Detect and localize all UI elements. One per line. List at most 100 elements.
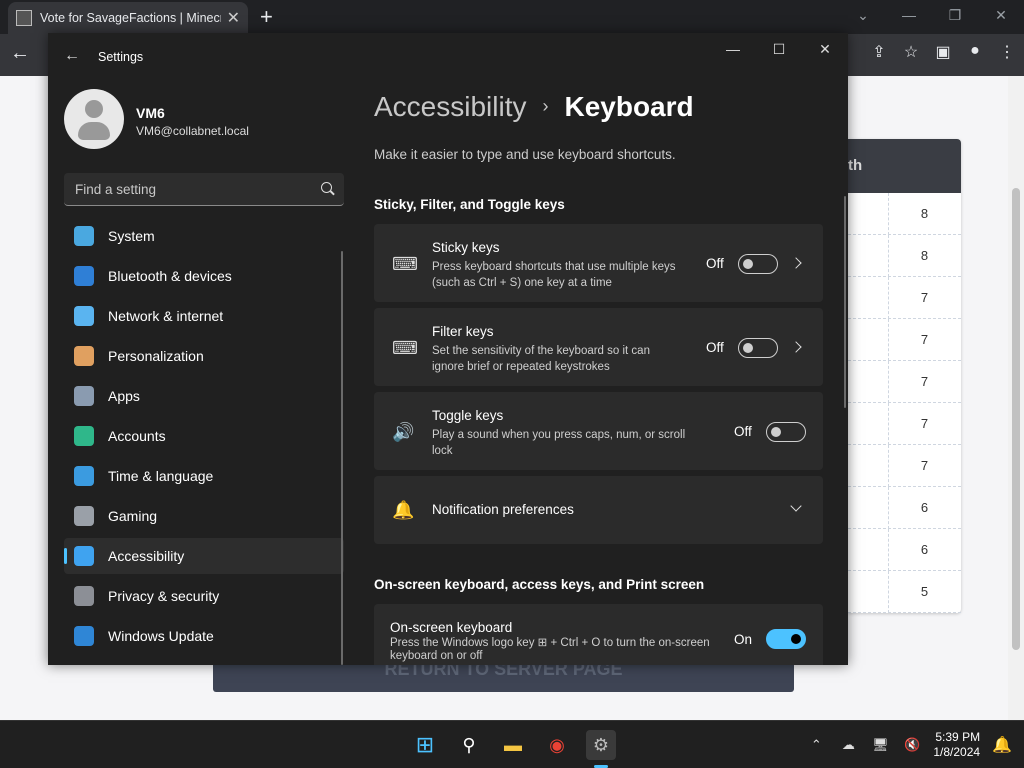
tab-title: Vote for SavageFactions | Minecr	[40, 11, 221, 25]
sidebar-item-personalization[interactable]: Personalization	[64, 338, 344, 374]
table-row: 7	[848, 277, 961, 319]
user-profile[interactable]: VM6 VM6@collabnet.local	[64, 89, 364, 149]
browser-tabbar: Vote for SavageFactions | Minecr ✕ + ⌄ —…	[0, 0, 1024, 34]
sticky-keys-card[interactable]: ⌨ Sticky keys Press keyboard shortcuts t…	[374, 224, 823, 302]
content-scrollbar[interactable]	[844, 196, 846, 408]
notification-preferences-card[interactable]: 🔔 Notification preferences	[374, 476, 823, 544]
clock-time: 5:39 PM	[935, 730, 981, 744]
table-header: th	[848, 139, 961, 193]
chevron-down-icon[interactable]: ⌄	[840, 0, 886, 34]
browser-tab[interactable]: Vote for SavageFactions | Minecr ✕	[8, 2, 248, 34]
table-cell: 6	[888, 529, 960, 571]
system-tray: ⌃ ☁ 🖥 🔇 5:39 PM 1/8/2024 🔔	[805, 721, 1024, 768]
profile-name: VM6	[136, 105, 165, 121]
avatar	[64, 89, 124, 149]
cloud-offline-icon[interactable]: ☁	[837, 737, 859, 753]
sidebar-item-bluetooth-devices[interactable]: Bluetooth & devices	[64, 258, 344, 294]
tab-close-icon[interactable]: ✕	[227, 8, 240, 28]
accounts-icon	[74, 426, 94, 446]
notification-bell-icon[interactable]: 🔔	[992, 735, 1012, 755]
return-to-server-button[interactable]: RETURN TO SERVER PAGE	[213, 664, 794, 692]
sidebar-item-apps[interactable]: Apps	[64, 378, 344, 414]
site-favicon-icon	[16, 10, 32, 26]
sidebar-item-gaming[interactable]: Gaming	[64, 498, 344, 534]
bookmark-star-icon[interactable]: ☆	[902, 42, 920, 62]
card-title: Notification preferences	[432, 502, 574, 517]
sidebar-nav: System Bluetooth & devices Network & inter…	[64, 218, 344, 658]
breadcrumb: Accessibility › Keyboard	[374, 91, 694, 123]
toggle-keys-card[interactable]: 🔊 Toggle keys Play a sound when you pres…	[374, 392, 823, 470]
menu-kebab-icon[interactable]: ⋮	[998, 42, 1016, 62]
toggle-keys-toggle[interactable]	[766, 422, 806, 442]
table-cell: 7	[888, 319, 960, 361]
start-windows-icon[interactable]: ⊞	[410, 730, 440, 760]
card-title: On-screen keyboard	[390, 620, 513, 635]
sidebar-item-label: Gaming	[108, 508, 158, 524]
table-cell: 8	[888, 193, 960, 235]
chrome-icon[interactable]: ◉	[542, 730, 572, 760]
network-icon[interactable]: 🖥	[869, 737, 891, 753]
side-panel-icon[interactable]: ▣	[934, 42, 952, 62]
keyboard-filter-icon: ⌨	[392, 338, 418, 358]
toggle-state-label: Off	[734, 424, 752, 439]
volume-muted-icon[interactable]: 🔇	[901, 737, 923, 753]
filter-keys-toggle[interactable]	[738, 338, 778, 358]
sidebar-item-label: Accessibility	[108, 548, 185, 564]
bluetooth-icon	[74, 266, 94, 286]
sidebar-scrollbar[interactable]	[341, 251, 343, 665]
sidebar-item-network-internet[interactable]: Network & internet	[64, 298, 344, 334]
search-input[interactable]	[64, 173, 314, 205]
toolbar-icons: ⇪ ☆ ▣ ● ⋮	[870, 42, 1016, 62]
table-row: 7	[848, 445, 961, 487]
settings-gear-icon[interactable]: ⚙	[586, 730, 616, 760]
restore-button[interactable]: ❐	[932, 0, 978, 34]
sidebar-item-windows-update[interactable]: Windows Update	[64, 618, 344, 654]
close-button[interactable]: ✕	[802, 33, 848, 65]
minimize-button[interactable]: —	[886, 0, 932, 34]
filter-keys-card[interactable]: ⌨ Filter keys Set the sensitivity of the…	[374, 308, 823, 386]
sidebar-item-accounts[interactable]: Accounts	[64, 418, 344, 454]
card-title: Filter keys	[432, 324, 494, 339]
settings-window-controls: — ☐ ✕	[710, 33, 848, 65]
back-arrow-icon[interactable]: ←	[64, 47, 80, 65]
card-description: Play a sound when you press caps, num, o…	[432, 429, 686, 457]
scrollbar-thumb[interactable]	[1012, 188, 1020, 650]
shield-icon	[74, 586, 94, 606]
sidebar-item-label: Privacy & security	[108, 588, 220, 604]
browser-back-icon[interactable]: ←	[10, 42, 30, 65]
sidebar-item-label: Time & language	[108, 468, 214, 484]
minimize-button[interactable]: —	[710, 33, 756, 65]
chevron-down-icon[interactable]	[790, 500, 802, 512]
toggle-state-label: Off	[706, 256, 724, 271]
bell-icon: 🔔	[392, 500, 415, 520]
chevron-right-icon[interactable]	[790, 341, 802, 353]
chevron-right-icon[interactable]	[790, 257, 802, 269]
close-button[interactable]: ✕	[978, 0, 1024, 34]
brush-icon	[74, 346, 94, 366]
page-title: Keyboard	[564, 91, 694, 122]
search-icon[interactable]	[321, 182, 332, 193]
profile-icon[interactable]: ●	[966, 42, 984, 62]
card-title: Toggle keys	[432, 408, 504, 423]
section-header-keys: Sticky, Filter, and Toggle keys	[374, 197, 565, 212]
sidebar-item-system[interactable]: System	[64, 218, 344, 254]
page-scrollbar[interactable]	[1008, 76, 1024, 720]
maximize-button[interactable]: ☐	[756, 33, 802, 65]
sidebar-item-privacy-security[interactable]: Privacy & security	[64, 578, 344, 614]
clock[interactable]: 5:39 PM 1/8/2024	[933, 730, 980, 760]
sidebar-item-accessibility[interactable]: Accessibility	[64, 538, 344, 574]
sticky-keys-toggle[interactable]	[738, 254, 778, 274]
breadcrumb-parent[interactable]: Accessibility	[374, 91, 526, 122]
table-row: 7	[848, 403, 961, 445]
new-tab-button[interactable]: +	[260, 4, 273, 30]
sidebar-item-time-language[interactable]: Time & language	[64, 458, 344, 494]
file-explorer-icon[interactable]: ▬	[498, 730, 528, 760]
chevron-up-icon[interactable]: ⌃	[805, 737, 827, 753]
window-title: Settings	[98, 50, 144, 64]
table-cell: 7	[888, 277, 960, 319]
share-icon[interactable]: ⇪	[870, 42, 888, 62]
search-icon[interactable]: ⚲	[454, 730, 484, 760]
on-screen-keyboard-card[interactable]: On-screen keyboard Press the Windows log…	[374, 604, 823, 665]
gamepad-icon	[74, 506, 94, 526]
on-screen-keyboard-toggle[interactable]	[766, 629, 806, 649]
